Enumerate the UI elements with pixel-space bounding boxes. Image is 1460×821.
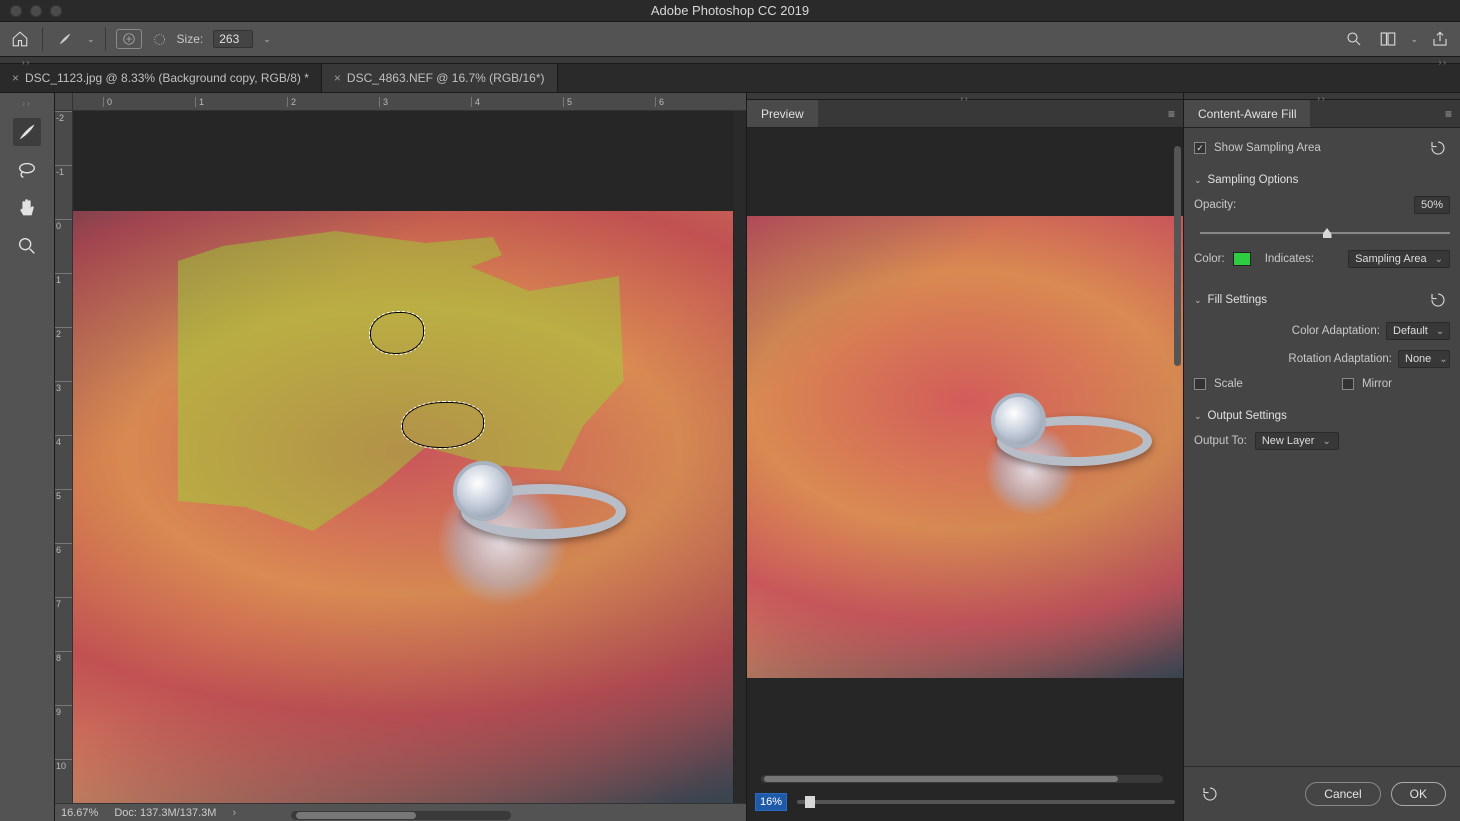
selection-marquee	[369, 311, 425, 355]
canvas-zoom-readout[interactable]: 16.67%	[61, 807, 98, 819]
brush-preset-icon[interactable]	[53, 27, 77, 51]
document-tab[interactable]: × DSC_1123.jpg @ 8.33% (Background copy,…	[0, 64, 322, 92]
canvas-subject	[453, 446, 633, 576]
close-window-icon[interactable]	[10, 5, 22, 17]
chevron-down-icon[interactable]: ⌄	[1410, 34, 1418, 45]
close-icon[interactable]: ×	[12, 71, 19, 85]
mirror-label: Mirror	[1362, 378, 1392, 390]
color-adaptation-select[interactable]: Default	[1386, 322, 1450, 340]
app-title: Adobe Photoshop CC 2019	[651, 3, 809, 18]
size-label: Size:	[177, 32, 204, 46]
output-settings-section[interactable]: ⌄ Output Settings	[1194, 410, 1450, 422]
cancel-button[interactable]: Cancel	[1305, 782, 1380, 806]
ruler-horizontal[interactable]: 0 1 2 3 4 5 6 7 8 9 10 11 12 13 14 15 16	[73, 93, 746, 111]
mirror-checkbox[interactable]	[1342, 378, 1354, 390]
panel-menu-icon[interactable]: ≡	[1160, 107, 1183, 121]
chevron-down-icon: ⌄	[1194, 411, 1202, 422]
workspace: ›› 0 1 2 3 4 5 6 7 8 9 10 11 12 13 14 15…	[0, 93, 1460, 821]
main-canvas[interactable]	[73, 111, 734, 803]
sampling-options-section[interactable]: ⌄ Sampling Options	[1194, 174, 1450, 186]
brush-add-mode[interactable]	[116, 29, 142, 49]
hand-tool-icon[interactable]	[13, 194, 41, 222]
preview-viewport[interactable]: 16%	[747, 128, 1183, 821]
sampling-color-swatch[interactable]	[1233, 252, 1251, 266]
close-icon[interactable]: ×	[334, 71, 341, 85]
document-tab-label: DSC_4863.NEF @ 16.7% (RGB/16*)	[347, 71, 545, 85]
chevron-down-icon[interactable]: ⌄	[87, 34, 95, 45]
preview-zoom-slider[interactable]	[797, 800, 1175, 804]
divider	[42, 27, 43, 51]
preview-panel: ›› Preview ≡ 16%	[746, 93, 1183, 821]
panel-tab-preview[interactable]: Preview	[747, 100, 818, 127]
scale-checkbox[interactable]	[1194, 378, 1206, 390]
workspace-switcher-icon[interactable]	[1376, 27, 1400, 51]
search-icon[interactable]	[1342, 27, 1366, 51]
chevron-right-icon[interactable]: ›	[232, 807, 236, 819]
lasso-tool-icon[interactable]	[13, 156, 41, 184]
color-adaptation-label: Color Adaptation:	[1292, 325, 1380, 337]
share-icon[interactable]	[1428, 27, 1452, 51]
canvas-h-scrollbar[interactable]	[291, 811, 511, 820]
fill-settings-section[interactable]: ⌄ Fill Settings	[1194, 288, 1450, 312]
divider	[105, 27, 106, 51]
panel-tab-caf[interactable]: Content-Aware Fill	[1184, 100, 1310, 127]
selection-marquee	[401, 401, 485, 449]
reset-icon[interactable]	[1426, 288, 1450, 312]
document-tab-label: DSC_1123.jpg @ 8.33% (Background copy, R…	[25, 71, 309, 85]
ruler-corner	[55, 93, 73, 111]
plus-circle-icon	[122, 32, 136, 46]
subtract-circle-icon[interactable]	[152, 32, 167, 47]
panel-header: Preview ≡	[747, 100, 1183, 128]
indicates-select[interactable]: Sampling Area	[1348, 250, 1450, 268]
ruler-vertical[interactable]: -2 -1 0 1 2 3 4 5 6 7 8 9 10 11	[55, 111, 73, 803]
rotation-adaptation-label: Rotation Adaptation:	[1288, 353, 1392, 365]
output-to-select[interactable]: New Layer	[1255, 432, 1339, 450]
show-sampling-label: Show Sampling Area	[1214, 142, 1321, 154]
canvas-status-bar: 16.67% Doc: 137.3M/137.3M ›	[55, 803, 746, 821]
minimize-window-icon[interactable]	[30, 5, 42, 17]
brush-size-input[interactable]: 263	[213, 30, 253, 48]
opacity-input[interactable]: 50%	[1414, 196, 1450, 214]
toolstrip: ››	[0, 93, 55, 821]
reset-icon[interactable]	[1426, 136, 1450, 160]
color-label: Color:	[1194, 253, 1225, 265]
document-tabbar: × DSC_1123.jpg @ 8.33% (Background copy,…	[0, 64, 1460, 93]
dock-row: ››	[1184, 93, 1460, 100]
main-canvas-area: 0 1 2 3 4 5 6 7 8 9 10 11 12 13 14 15 16…	[55, 93, 746, 821]
chevron-down-icon: ⌄	[1194, 175, 1202, 186]
panel-menu-icon[interactable]: ≡	[1437, 107, 1460, 121]
preview-subject	[991, 393, 1046, 448]
ok-button[interactable]: OK	[1391, 782, 1446, 806]
opacity-label: Opacity:	[1194, 199, 1236, 211]
preview-h-scrollbar[interactable]	[761, 775, 1163, 783]
preview-zoom-controls: 16%	[755, 791, 1175, 813]
dock-row: ››	[747, 93, 1183, 100]
zoom-tool-icon[interactable]	[13, 232, 41, 260]
dock-row: ›› ››	[0, 57, 1460, 64]
caf-panel: ›› Content-Aware Fill ≡ Show Sampling Ar…	[1183, 93, 1460, 821]
rotation-adaptation-select[interactable]: None	[1398, 350, 1450, 368]
reset-icon[interactable]	[1198, 782, 1222, 806]
window-controls	[0, 5, 62, 17]
chevron-down-icon[interactable]: ⌄	[263, 34, 271, 45]
indicates-label: Indicates:	[1265, 253, 1314, 265]
opacity-slider[interactable]	[1200, 226, 1450, 240]
home-icon[interactable]	[8, 27, 32, 51]
options-bar: ⌄ Size: 263 ⌄ ⌄	[0, 22, 1460, 57]
brush-tool-icon[interactable]	[13, 118, 41, 146]
preview-zoom-input[interactable]: 16%	[755, 793, 787, 811]
chevron-down-icon: ⌄	[1194, 295, 1202, 306]
titlebar: Adobe Photoshop CC 2019	[0, 0, 1460, 22]
scale-label: Scale	[1214, 378, 1243, 390]
maximize-window-icon[interactable]	[50, 5, 62, 17]
caf-footer: Cancel OK	[1184, 766, 1460, 821]
panel-header: Content-Aware Fill ≡	[1184, 100, 1460, 128]
output-to-label: Output To:	[1194, 435, 1247, 447]
doc-info[interactable]: Doc: 137.3M/137.3M	[114, 807, 216, 819]
show-sampling-checkbox[interactable]	[1194, 142, 1206, 154]
preview-v-scrollbar[interactable]	[1173, 138, 1181, 761]
document-tab[interactable]: × DSC_4863.NEF @ 16.7% (RGB/16*)	[322, 64, 558, 92]
